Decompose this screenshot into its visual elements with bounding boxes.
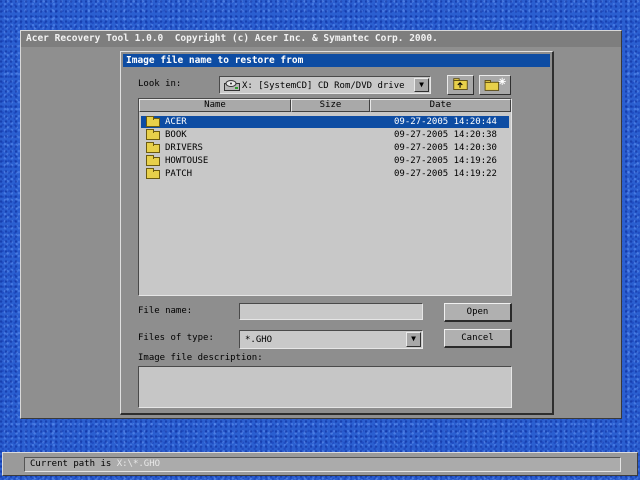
file-row-patch[interactable]: PATCH 09-27-2005 14:19:22 — [141, 168, 509, 180]
files-of-type-label: Files of type: — [138, 333, 214, 343]
open-image-dialog: Image file name to restore from Look in:… — [120, 51, 554, 415]
file-name: DRIVERS — [165, 143, 203, 153]
chevron-down-icon: ▼ — [411, 334, 416, 343]
open-button[interactable]: Open — [444, 303, 512, 322]
up-one-level-icon — [453, 78, 468, 90]
files-of-type-value: *.GHO — [245, 335, 273, 345]
file-row-howtouse[interactable]: HOWTOUSE 09-27-2005 14:19:26 — [141, 155, 509, 167]
file-name: HOWTOUSE — [165, 156, 209, 166]
image-description-box — [138, 366, 512, 408]
file-row-acer[interactable]: ACER 09-27-2005 14:20:44 — [141, 116, 509, 128]
file-name-input[interactable] — [239, 303, 423, 320]
cd-drive-icon — [224, 80, 240, 91]
column-header-size[interactable]: Size — [291, 99, 370, 112]
file-name-label: File name: — [138, 306, 193, 316]
image-description-label: Image file description: — [138, 353, 263, 363]
current-path: X:\*.GHO — [116, 459, 161, 469]
file-list[interactable]: Name Size Date ACER 09-27-2005 14:20:44 … — [138, 98, 512, 296]
folder-icon — [146, 142, 160, 153]
cancel-button[interactable]: Cancel — [444, 329, 512, 348]
file-name: ACER — [165, 117, 187, 127]
file-name: PATCH — [165, 169, 193, 179]
file-date: 09-27-2005 14:20:30 — [394, 143, 497, 153]
look-in-combo[interactable]: X: [SystemCD] CD Rom/DVD drive ▼ — [219, 76, 431, 94]
folder-icon — [146, 168, 160, 179]
file-row-drivers[interactable]: DRIVERS 09-27-2005 14:20:30 — [141, 142, 509, 154]
column-header-date[interactable]: Date — [370, 99, 511, 112]
files-of-type-dropdown-button[interactable]: ▼ — [406, 332, 421, 347]
file-row-book[interactable]: BOOK 09-27-2005 14:20:38 — [141, 129, 509, 141]
status-panel: Current path is X:\*.GHO — [24, 457, 621, 472]
file-date: 09-27-2005 14:20:38 — [394, 130, 497, 140]
dialog-title: Image file name to restore from — [123, 54, 550, 67]
new-folder-icon — [484, 77, 506, 91]
folder-icon — [146, 116, 160, 127]
files-of-type-combo[interactable]: *.GHO ▼ — [239, 330, 423, 349]
file-date: 09-27-2005 14:19:22 — [394, 169, 497, 179]
file-list-header: Name Size Date — [139, 99, 511, 112]
up-one-level-button[interactable] — [447, 75, 474, 95]
app-title: Acer Recovery Tool 1.0.0 Copyright (c) A… — [21, 31, 621, 47]
file-name: BOOK — [165, 130, 187, 140]
new-folder-button[interactable] — [479, 75, 511, 95]
look-in-dropdown-button[interactable]: ▼ — [414, 78, 429, 92]
file-date: 09-27-2005 14:20:44 — [394, 117, 497, 127]
folder-icon — [146, 155, 160, 166]
look-in-label: Look in: — [138, 79, 182, 89]
look-in-value: X: [SystemCD] CD Rom/DVD drive — [242, 81, 405, 91]
status-bar: Current path is X:\*.GHO — [2, 452, 638, 476]
status-label: Current path is — [30, 459, 112, 469]
chevron-down-icon: ▼ — [419, 80, 424, 89]
column-header-name[interactable]: Name — [139, 99, 291, 112]
file-date: 09-27-2005 14:19:26 — [394, 156, 497, 166]
folder-icon — [146, 129, 160, 140]
